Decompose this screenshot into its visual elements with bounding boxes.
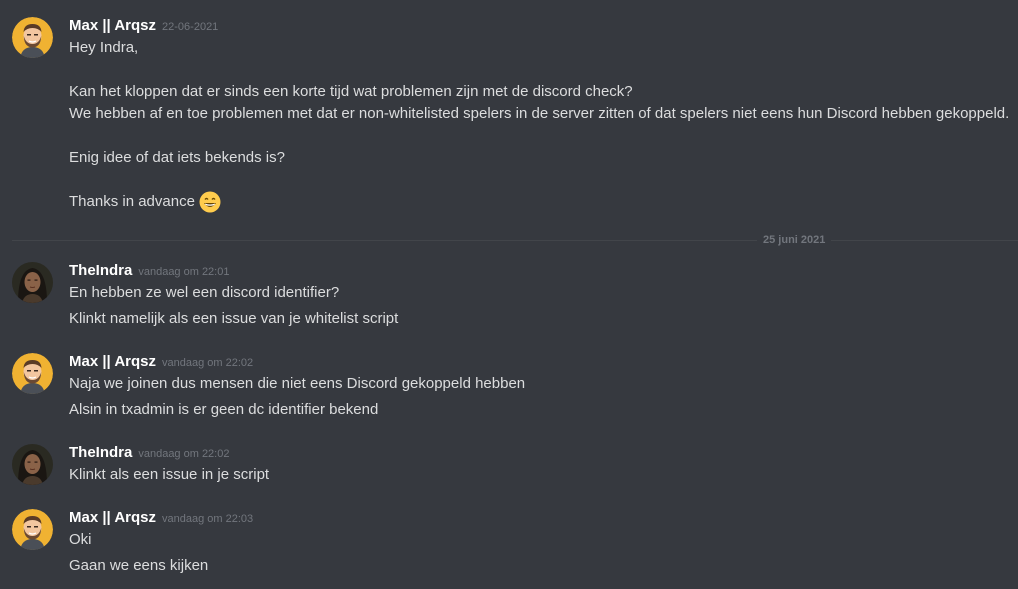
message-text: Klinkt namelijk als een issue van je whi… [69,310,399,327]
bearded-man-icon [12,17,53,58]
photo-woman-icon [12,262,53,303]
message-header: Max || Arqsz 22-06-2021 [69,15,218,37]
avatar[interactable] [12,509,53,550]
message-text: Thanks in advance [69,193,195,210]
message-text: Hey Indra, [69,39,139,56]
photo-woman-icon [12,444,53,485]
username[interactable]: Max || Arqsz [69,17,156,34]
timestamp: vandaag om 22:01 [138,266,230,278]
message-header: TheIndra vandaag om 22:02 [69,442,229,464]
timestamp: vandaag om 22:02 [138,448,230,460]
message-header: TheIndra vandaag om 22:01 [69,260,229,282]
message-text: En hebben ze wel een discord identifier? [69,284,340,301]
message-text: Kan het kloppen dat er sinds een korte t… [69,83,633,100]
message-text: Enig idee of dat iets bekends is? [69,149,285,166]
username[interactable]: TheIndra [69,262,132,279]
message-text: Gaan we eens kijken [69,557,209,574]
chat-messages: Max || Arqsz 22-06-2021 Hey Indra, Kan he… [0,0,1018,589]
avatar[interactable] [12,262,53,303]
username[interactable]: TheIndra [69,444,132,461]
date-divider-label: 25 juni 2021 [757,234,832,247]
grinning-face-emoji-icon[interactable] [199,191,221,213]
username[interactable]: Max || Arqsz [69,509,156,526]
timestamp: 22-06-2021 [162,21,219,33]
timestamp: vandaag om 22:03 [162,513,254,525]
message-text: We hebben af en toe problemen met dat er… [69,105,1010,122]
message-header: Max || Arqsz vandaag om 22:03 [69,507,253,529]
message-text: Oki [69,531,92,548]
avatar[interactable] [12,17,53,58]
message-text: Klinkt als een issue in je script [69,466,270,483]
message-text: Alsin in txadmin is er geen dc identifie… [69,401,379,418]
date-divider [12,240,1018,241]
bearded-man-icon [12,509,53,550]
avatar[interactable] [12,444,53,485]
bearded-man-icon [12,353,53,394]
message-header: Max || Arqsz vandaag om 22:02 [69,351,253,373]
timestamp: vandaag om 22:02 [162,357,254,369]
avatar[interactable] [12,353,53,394]
message-text-with-emoji: Thanks in advance [69,191,221,213]
message-text: Naja we joinen dus mensen die niet eens … [69,375,526,392]
username[interactable]: Max || Arqsz [69,353,156,370]
